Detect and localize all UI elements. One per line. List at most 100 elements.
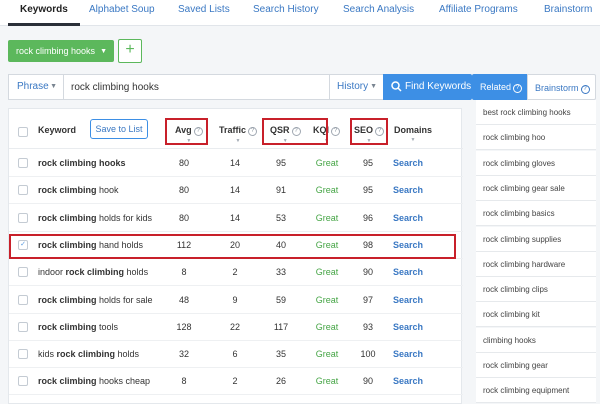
select-all-checkbox[interactable] [18,127,28,137]
related-keyword-item[interactable]: rock climbing gear sale [476,175,596,201]
row-checkbox[interactable] [18,294,28,305]
related-keyword-item[interactable]: rock climbing kit [476,302,596,328]
domains-search-link[interactable]: Search [393,368,423,395]
domains-search-link[interactable]: Search [393,259,423,286]
keyword-match: rock climbing [38,376,97,387]
domains-search-link[interactable]: Search [393,287,423,314]
header-keyword-label: Keyword [38,125,77,135]
keyword-cell[interactable]: indoor rock climbing holds [38,259,148,286]
table-row[interactable]: rock climbing hooks cheap 8 2 26 Great 90 Sear… [9,368,463,396]
keyword-cell[interactable]: kids rock climbing holds [38,341,139,368]
keyword-cell[interactable]: rock climbing hooks [38,150,126,177]
search-input[interactable] [71,75,323,99]
tab-affiliate-programs[interactable]: Affiliate Programs [439,0,518,26]
table-row[interactable]: indoor rock climbing holds 8 2 33 Great 90 Sea… [9,259,463,287]
help-icon[interactable]: ? [580,85,590,94]
keyword-match: rock climbing [38,321,97,332]
info-icon[interactable]: ? [331,127,341,136]
qsr-cell: 33 [275,267,286,278]
row-checkbox[interactable] [18,376,28,387]
highlight-seo [350,118,388,145]
domains-search-link[interactable]: Search [393,314,423,341]
qsr-cell: 59 [275,294,286,305]
keyword-cell[interactable]: rock climbing tools [38,314,118,341]
keyword-suffix: hooks cheap [96,376,151,387]
keyword-match: rock climbing [65,267,125,278]
phrase-select-label: Phrase [17,81,49,92]
header-traffic-label: Traffic [219,125,247,135]
top-nav: Keywords Alphabet Soup Saved Lists Searc… [0,0,600,26]
info-icon[interactable]: ? [248,127,258,136]
related-keyword-item[interactable]: rock climbing basics [476,201,596,227]
seo-cell: 93 [362,321,373,332]
related-keyword-item[interactable]: rock climbing hardware [476,251,596,277]
row-checkbox[interactable] [18,158,28,168]
avg-cell: 8 [181,267,187,278]
keyword-match: rock climbing [38,294,97,305]
related-keyword-item[interactable]: rock climbing supplies [476,226,596,252]
save-to-list-button[interactable]: Save to List [90,119,148,139]
header-domains-label: Domains [394,125,433,135]
related-keyword-item[interactable]: rock climbing equipment [476,378,596,404]
traffic-cell: 2 [232,267,238,278]
row-checkbox[interactable] [18,267,28,278]
related-keyword-item[interactable]: climbing hooks [476,327,596,353]
qsr-cell: 91 [275,185,286,196]
highlight-qsr [262,118,328,145]
domains-search-link[interactable]: Search [393,341,423,368]
table-row[interactable]: rock climbing hook 80 14 91 Great 95 Search [9,177,463,205]
tab-search-analysis[interactable]: Search Analysis [343,0,414,26]
table-row[interactable]: rock climbing holds for kids 80 14 53 Great 9… [9,205,463,232]
tab-keywords[interactable]: Keywords [8,0,80,26]
header-traffic[interactable]: Traffic? ▼ [219,125,258,144]
table-header: Keyword Save to List Avg? ▼ Traffic? ▼ Q… [9,109,463,149]
tab-related[interactable]: Related? [472,74,527,100]
tab-saved-lists[interactable]: Saved Lists [178,0,230,26]
row-checkbox[interactable] [18,349,28,360]
domains-search-link[interactable]: Search [393,205,423,232]
history-select[interactable]: History ▼ [329,75,383,99]
row-checkbox[interactable] [18,212,28,223]
keyword-cell[interactable]: rock climbing holds for kids [38,205,152,232]
table-row[interactable]: kids rock climbing holds 32 6 35 Great 100 Sea… [9,341,463,369]
tab-search-history[interactable]: Search History [253,0,319,26]
domains-search-link[interactable]: Search [393,177,423,204]
keyword-suffix: hook [96,185,119,196]
table-row[interactable]: rock climbing hooks 80 14 95 Great 95 Search [9,150,463,177]
add-list-button[interactable]: + [118,39,142,63]
help-icon[interactable]: ? [513,84,523,93]
keyword-match: rock climbing hooks [38,158,126,168]
phrase-select[interactable]: Phrase ▼ [9,75,64,99]
list-selector[interactable]: rock climbing hooks ▼ [8,40,114,62]
tab-brainstorm[interactable]: Brainstorm [544,0,592,26]
chevron-down-icon: ▼ [100,48,107,55]
seo-cell: 90 [362,267,373,278]
qsr-cell: 95 [275,158,286,168]
kqi-cell: Great [315,185,339,196]
row-checkbox[interactable] [18,321,28,332]
keyword-cell[interactable]: rock climbing hook [38,177,119,204]
traffic-cell: 14 [229,185,240,196]
tab-alphabet-soup[interactable]: Alphabet Soup [89,0,155,26]
keyword-cell[interactable]: rock climbing holds for sale [38,287,153,314]
related-keyword-item[interactable]: rock climbing gear [476,353,596,378]
avg-cell: 48 [178,294,189,305]
related-keyword-item[interactable]: rock climbing clips [476,277,596,303]
tab-brainstorm-panel[interactable]: Brainstorm? [527,74,596,100]
table-row[interactable]: rock climbing tools 128 22 117 Great 93 Search [9,314,463,341]
header-keyword[interactable]: Keyword [38,125,76,135]
domains-search-link[interactable]: Search [393,150,423,177]
keyword-suffix: holds for sale [96,294,153,305]
keyword-cell[interactable]: rock climbing hooks cheap [38,368,150,395]
keyword-suffix: holds for kids [96,212,153,223]
related-keyword-item[interactable]: rock climbing gloves [476,150,596,176]
related-keyword-item[interactable]: best rock climbing hooks [476,100,596,125]
header-domains[interactable]: Domains ▼ [394,125,432,143]
related-keyword-item[interactable]: rock climbing hoo [476,125,596,151]
sort-icon: ▼ [235,138,241,144]
seo-cell: 97 [362,294,373,305]
table-row[interactable]: rock climbing holds for sale 48 9 59 Great 97… [9,287,463,314]
kqi-cell: Great [315,158,339,168]
row-checkbox[interactable] [18,185,28,196]
find-keywords-button[interactable]: Find Keywords [383,74,472,100]
